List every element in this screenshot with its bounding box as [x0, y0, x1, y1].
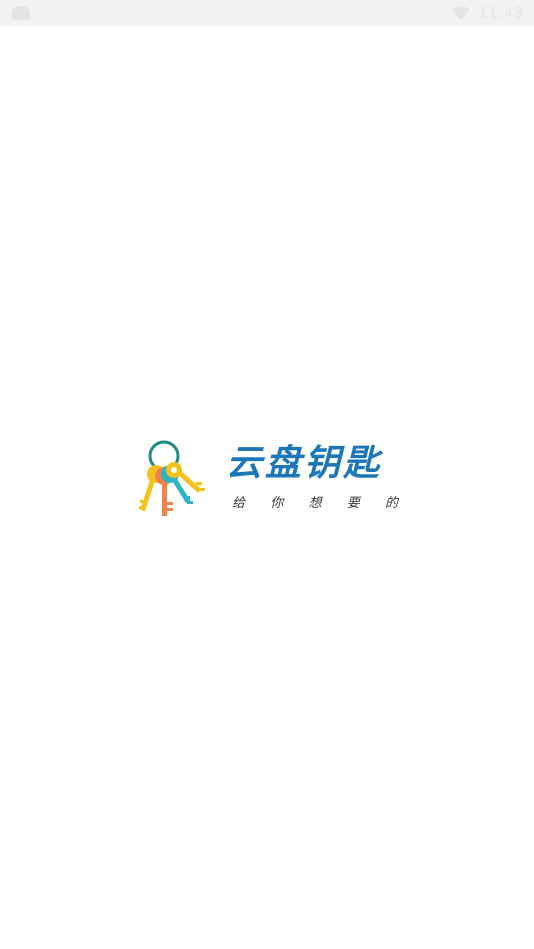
slogan-char: 的	[384, 496, 398, 511]
brand-name: 云盘钥匙	[226, 443, 383, 484]
slogan-char: 要	[346, 496, 360, 511]
slogan-char: 给	[232, 496, 246, 511]
android-notification-icon	[12, 6, 30, 20]
keys-icon	[139, 440, 205, 516]
status-indicators: 11:43	[452, 0, 524, 26]
wifi-icon	[452, 6, 470, 20]
slogan-char: 想	[308, 496, 322, 511]
brand-slogan: 给 你 想 要 的	[232, 496, 398, 512]
status-bar: 11:43	[0, 0, 534, 26]
app-logo: 云盘钥匙 给 你 想 要 的	[136, 436, 406, 520]
slogan-char: 你	[270, 496, 284, 511]
status-time: 11:43	[478, 4, 524, 22]
